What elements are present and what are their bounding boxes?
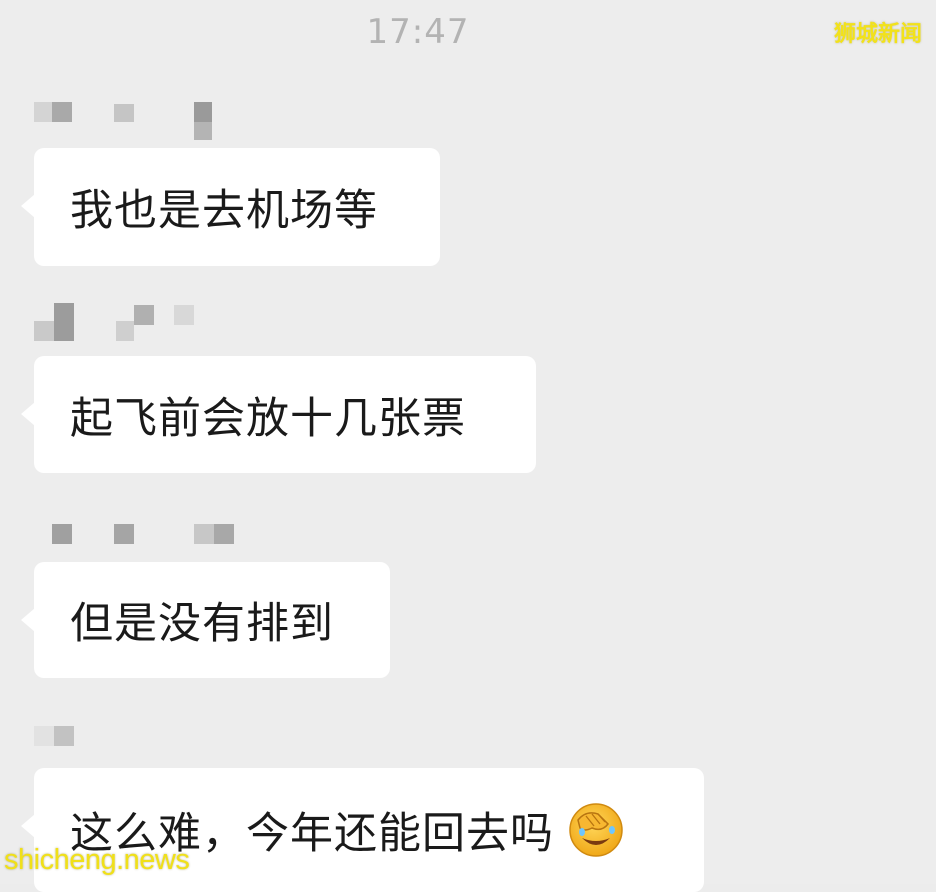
message-text: 我也是去机场等 [70, 186, 378, 236]
watermark-top-right: 狮城新闻 [833, 22, 922, 47]
sender-name-pixelated [34, 720, 154, 760]
sender-name-pixelated [34, 522, 254, 562]
face-palm-emoji-icon [568, 802, 624, 858]
sender-name-pixelated [34, 100, 234, 140]
watermark-bottom-left: shicheng.news [4, 844, 190, 876]
message-bubble[interactable]: 但是没有排到 [21, 562, 390, 678]
chat-screen: 17:47 狮城新闻 我也是去机场等 起飞前会放十几张票 但是没有排到 这么难，… [0, 0, 936, 892]
message-text: 但是没有排到 [70, 599, 334, 649]
chat-timestamp: 17:47 [366, 12, 470, 52]
message-bubble[interactable]: 我也是去机场等 [21, 148, 440, 266]
message-text: 起飞前会放十几张票 [70, 393, 466, 444]
message-bubble[interactable]: 起飞前会放十几张票 [21, 356, 536, 473]
sender-name-pixelated [34, 303, 234, 343]
